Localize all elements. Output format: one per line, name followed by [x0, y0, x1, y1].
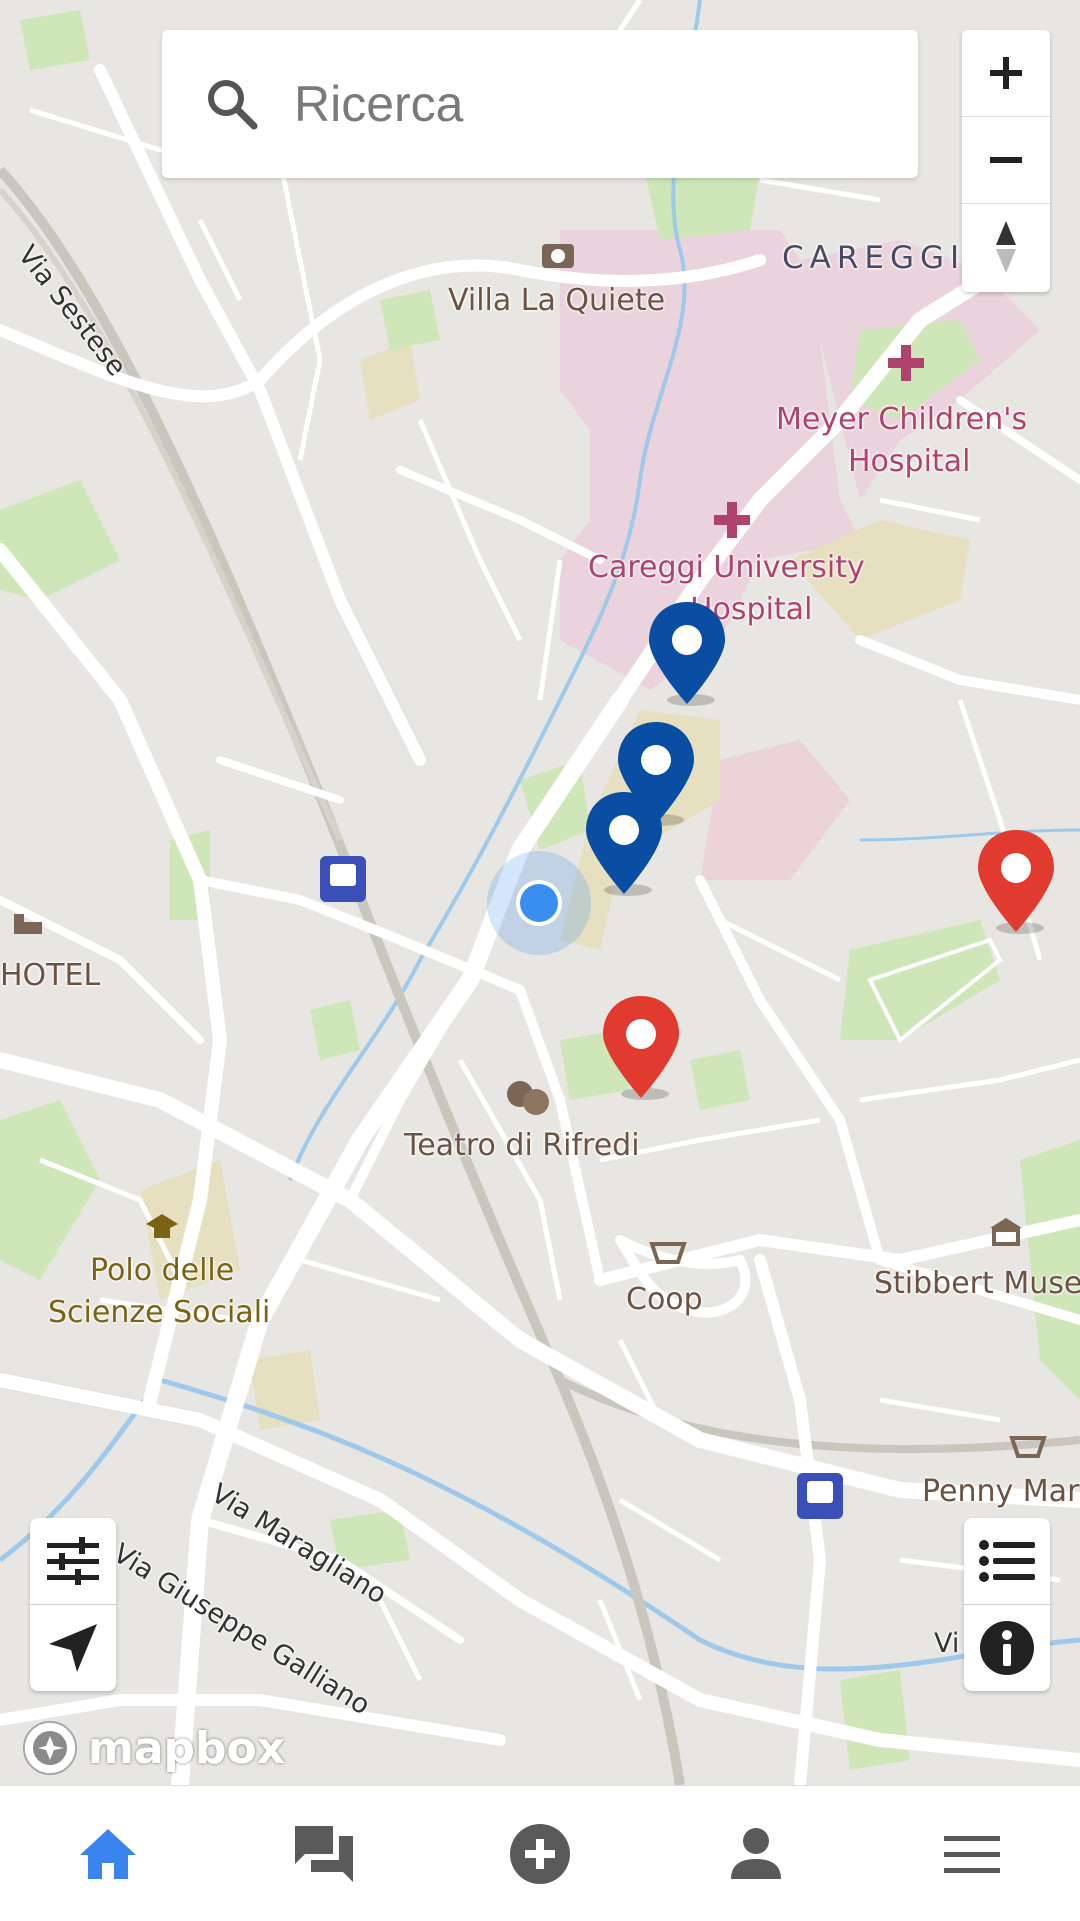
chat-bubbles-icon — [295, 1825, 353, 1882]
right-map-controls — [964, 1518, 1050, 1691]
add-circle-icon — [510, 1823, 570, 1884]
nav-menu-tab[interactable] — [912, 1794, 1032, 1914]
poi-coop-label[interactable]: Coop — [626, 1282, 703, 1317]
search-placeholder[interactable]: Ricerca — [294, 75, 463, 133]
zoom-in-button[interactable] — [962, 30, 1050, 117]
filter-button[interactable] — [30, 1518, 116, 1605]
poi-meyer-label-1[interactable]: Meyer Children's — [776, 402, 1027, 437]
red-map-pin[interactable] — [599, 994, 683, 1102]
search-bar[interactable]: Ricerca — [162, 30, 918, 178]
hamburger-menu-icon — [944, 1835, 1000, 1873]
locate-button[interactable] — [30, 1605, 116, 1691]
poi-penny-label[interactable]: Penny Mar — [922, 1474, 1079, 1509]
info-icon — [980, 1621, 1034, 1675]
navigation-arrow-icon — [49, 1624, 97, 1672]
nav-messages-tab[interactable] — [264, 1794, 384, 1914]
mapbox-wordmark: mapbox — [88, 1722, 286, 1774]
nav-profile-tab[interactable] — [696, 1794, 816, 1914]
info-button[interactable] — [964, 1605, 1050, 1691]
poi-meyer-label-2[interactable]: Hospital — [848, 444, 970, 479]
sliders-icon — [47, 1537, 99, 1585]
compass-button[interactable] — [962, 204, 1050, 290]
search-icon — [208, 80, 258, 130]
zoom-controls — [962, 30, 1050, 292]
poi-stibbert-label[interactable]: Stibbert Muse — [874, 1266, 1080, 1301]
map-view[interactable]: CAREGGI Villa La Quiete Meyer Children's… — [0, 0, 1080, 1785]
person-icon — [731, 1827, 781, 1879]
poi-polo-label-1[interactable]: Polo delle — [90, 1250, 234, 1292]
blue-map-pin[interactable] — [645, 600, 729, 708]
nav-add-tab[interactable] — [480, 1794, 600, 1914]
zoom-out-button[interactable] — [962, 117, 1050, 204]
mapbox-logo-icon — [23, 1721, 77, 1775]
poi-polo-label-2[interactable]: Scienze Sociali — [48, 1292, 270, 1334]
red-map-pin[interactable] — [974, 828, 1058, 936]
poi-teatro-label[interactable]: Teatro di Rifredi — [404, 1128, 640, 1163]
poi-hotel-label[interactable]: HOTEL — [0, 958, 100, 993]
left-map-controls — [30, 1518, 116, 1691]
home-icon — [80, 1828, 136, 1879]
nav-home-tab[interactable] — [48, 1794, 168, 1914]
minus-icon — [990, 157, 1022, 163]
compass-icon — [996, 221, 1016, 273]
bottom-navigation — [0, 1785, 1080, 1921]
list-button[interactable] — [964, 1518, 1050, 1605]
list-icon — [979, 1540, 1035, 1582]
user-location-marker — [487, 851, 591, 955]
mapbox-attribution[interactable]: mapbox — [20, 1718, 285, 1778]
poi-careggi-label-1[interactable]: Careggi University — [588, 550, 865, 585]
blue-map-pin[interactable] — [582, 790, 666, 898]
street-partial-label: Vi — [934, 1628, 960, 1659]
district-label: CAREGGI — [782, 240, 966, 276]
plus-icon — [990, 57, 1022, 89]
poi-villa-label[interactable]: Villa La Quiete — [448, 283, 665, 318]
